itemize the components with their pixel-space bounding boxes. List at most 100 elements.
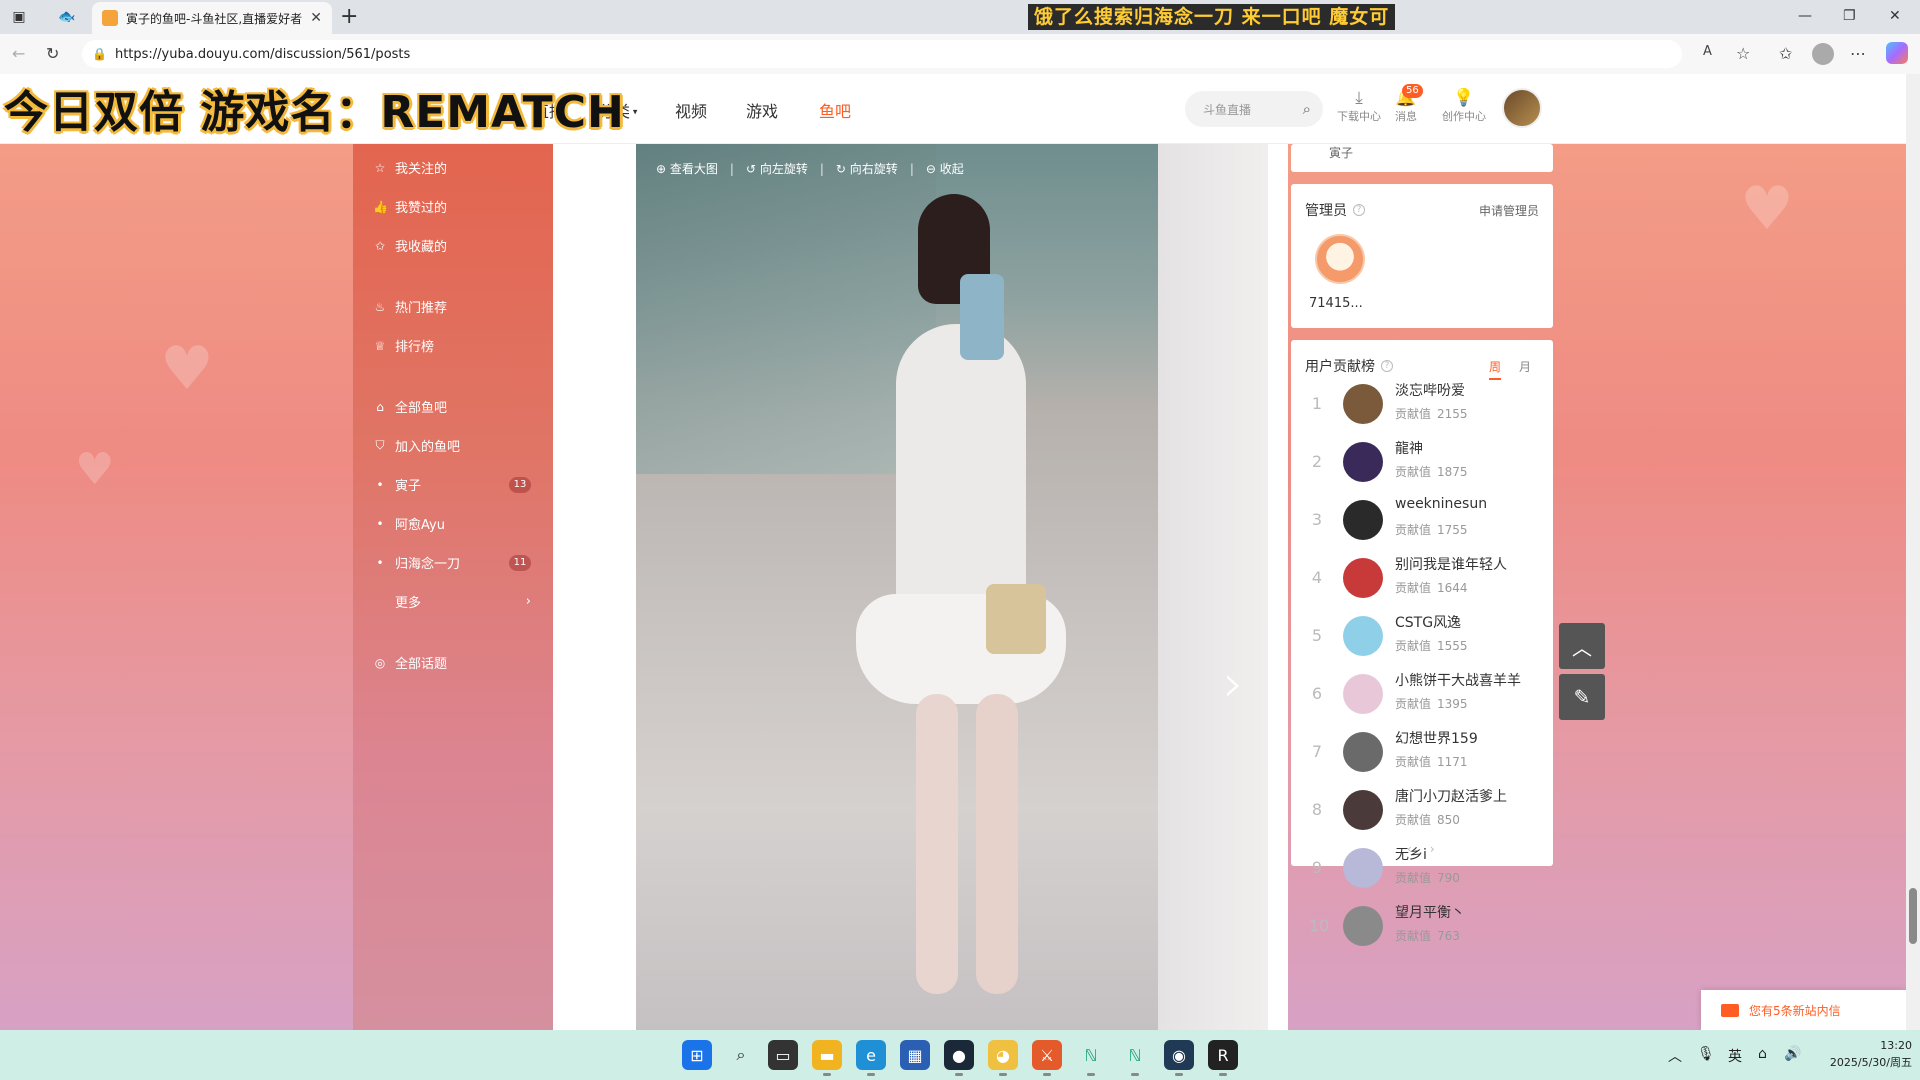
file-explorer-icon[interactable]: ▬ <box>812 1040 842 1076</box>
post-image[interactable]: ⊕ 查看大图 | ↺ 向左旋转 | ↻ 向右旋转 | ⊖ 收起 <box>636 144 1268 1030</box>
ime-indicator[interactable]: 英 <box>1728 1046 1742 1066</box>
user-name[interactable]: weekninesun <box>1395 496 1487 512</box>
ranking-row[interactable]: 4 别问我是谁年轻人 贡献值 1644 <box>1291 552 1553 610</box>
read-aloud-icon[interactable]: A <box>1703 44 1712 59</box>
user-name[interactable]: 唐门小刀赵活爹上 <box>1395 786 1507 806</box>
search-input[interactable]: 斗鱼直播 <box>1203 101 1303 118</box>
joined-yuba-item[interactable]: • 阿愈Ayu <box>373 514 445 534</box>
sidebar-item-topics[interactable]: ◎ 全部话题 <box>373 653 447 673</box>
ranking-row[interactable]: 10 望月平衡丶 贡献值 763 <box>1291 900 1553 958</box>
close-window-button[interactable]: ✕ <box>1889 8 1901 24</box>
rotate-left-button[interactable]: ↺ 向左旋转 <box>746 160 808 177</box>
user-avatar[interactable] <box>1343 790 1383 830</box>
creator-center[interactable]: 💡 创作中心 <box>1438 88 1490 124</box>
new-post-button[interactable]: ✎ <box>1559 674 1605 720</box>
active-tab[interactable]: 寅子的鱼吧-斗鱼社区,直播爱好者 ✕ <box>92 2 332 34</box>
user-name[interactable]: 小熊饼干大战喜羊羊 <box>1395 670 1521 690</box>
joined-yuba-item[interactable]: • 寅子 <box>373 475 421 495</box>
sidebar-item-all-yuba[interactable]: ⌂ 全部鱼吧 <box>373 397 447 417</box>
next-page-icon[interactable]: › <box>1430 842 1435 856</box>
sidebar-item-liked[interactable]: 👍 我赞过的 <box>373 197 447 217</box>
ranking-row[interactable]: 8 唐门小刀赵活爹上 贡献值 850 <box>1291 784 1553 842</box>
close-tab-icon[interactable]: ✕ <box>310 10 322 26</box>
user-name[interactable]: CSTG风逸 <box>1395 612 1461 632</box>
edge-icon[interactable]: e <box>856 1040 886 1076</box>
joined-yuba-item[interactable]: • 归海念一刀 <box>373 553 460 573</box>
user-name[interactable]: 别问我是谁年轻人 <box>1395 554 1507 574</box>
search-icon[interactable]: ⌕ <box>1303 100 1311 118</box>
url-text[interactable]: https://yuba.douyu.com/discussion/561/po… <box>115 47 410 62</box>
favorite-star-icon[interactable]: ☆ <box>1736 44 1750 63</box>
sidebar-more[interactable]: 更多 › <box>373 592 531 611</box>
more-menu-icon[interactable]: ⋯ <box>1850 44 1866 63</box>
collapse-button[interactable]: ⊖ 收起 <box>926 160 964 177</box>
prev-page-icon[interactable]: ‹ <box>1407 842 1412 856</box>
help-icon[interactable]: ? <box>1353 204 1365 216</box>
new-message-toast[interactable]: 您有5条新站内信 <box>1701 990 1906 1030</box>
steam-icon[interactable]: ● <box>944 1040 974 1076</box>
search-box[interactable]: 斗鱼直播 ⌕ <box>1185 91 1323 127</box>
rotate-right-button[interactable]: ↻ 向右旋转 <box>836 160 898 177</box>
game-launcher-icon[interactable]: ⚔ <box>1032 1040 1062 1076</box>
volume-icon[interactable]: 🔊 <box>1784 1046 1801 1062</box>
inactive-tab[interactable]: 🐟 <box>56 6 78 28</box>
user-avatar[interactable] <box>1343 500 1383 540</box>
user-name[interactable]: 淡忘哔吩爱 <box>1395 380 1465 400</box>
user-name[interactable]: 望月平衡丶 <box>1395 902 1465 922</box>
search-taskbar-icon[interactable]: ⌕ <box>726 1040 756 1070</box>
nav-games[interactable]: 游戏 <box>746 98 778 122</box>
sidebar-item-ranking[interactable]: ♕ 排行榜 <box>373 336 434 356</box>
scrollbar-thumb[interactable] <box>1909 888 1917 944</box>
restore-button[interactable]: ❐ <box>1843 8 1856 24</box>
view-large-button[interactable]: ⊕ 查看大图 <box>656 160 718 177</box>
admin-name[interactable]: 71415... <box>1309 296 1363 311</box>
sidebar-item-joined[interactable]: ⛉ 加入的鱼吧 <box>373 436 460 455</box>
user-name[interactable]: 幻想世界159 <box>1395 728 1478 748</box>
obs-plugin-icon[interactable]: ℕ <box>1076 1040 1106 1076</box>
ranking-row[interactable]: 3 weekninesun 贡献值 1755 <box>1291 494 1553 552</box>
start-icon[interactable]: ⊞ <box>682 1040 712 1070</box>
next-image-arrow[interactable]: › <box>1223 654 1244 714</box>
url-bar[interactable]: 🔒 https://yuba.douyu.com/discussion/561/… <box>82 40 1682 68</box>
user-avatar[interactable] <box>1343 384 1383 424</box>
task-view-icon[interactable]: ▭ <box>768 1040 798 1070</box>
minimize-button[interactable]: — <box>1798 8 1812 24</box>
nav-video[interactable]: 视频 <box>675 98 707 122</box>
tray-chevron-icon[interactable]: ︿ <box>1668 1046 1682 1066</box>
ranking-row[interactable]: 6 小熊饼干大战喜羊羊 贡献值 1395 <box>1291 668 1553 726</box>
rematch-icon[interactable]: R <box>1208 1040 1238 1076</box>
user-avatar[interactable] <box>1343 732 1383 772</box>
sidebar-item-hot[interactable]: ♨ 热门推荐 <box>373 297 447 317</box>
network-icon[interactable]: ⌂ <box>1758 1046 1767 1062</box>
nav-yuba[interactable]: 鱼吧 <box>819 98 851 122</box>
back-to-top-button[interactable]: ︿ <box>1559 623 1605 669</box>
copilot-icon[interactable] <box>1886 42 1908 64</box>
apply-admin-link[interactable]: 申请管理员 <box>1479 202 1539 219</box>
sidebar-item-following[interactable]: ☆ 我关注的 <box>373 158 447 178</box>
user-avatar[interactable] <box>1343 906 1383 946</box>
tab-week[interactable]: 周 <box>1488 358 1501 380</box>
obs-plugin-2-icon[interactable]: ℕ <box>1120 1040 1150 1076</box>
user-avatar[interactable] <box>1502 88 1542 128</box>
refresh-icon[interactable]: ↻ <box>46 44 59 63</box>
favorites-icon[interactable]: ✩ <box>1779 44 1792 63</box>
ranking-row[interactable]: 5 CSTG风逸 贡献值 1555 <box>1291 610 1553 668</box>
user-avatar[interactable] <box>1343 674 1383 714</box>
admin-avatar[interactable] <box>1315 234 1365 284</box>
page-scrollbar[interactable] <box>1906 74 1920 1030</box>
ranking-row[interactable]: 7 幻想世界159 贡献值 1171 <box>1291 726 1553 784</box>
microphone-icon[interactable]: 🎙 <box>1697 1046 1715 1062</box>
ranking-row[interactable]: 1 淡忘哔吩爱 贡献值 2155 <box>1291 378 1553 436</box>
user-avatar[interactable] <box>1343 442 1383 482</box>
back-icon[interactable]: ← <box>12 44 25 63</box>
user-avatar[interactable] <box>1343 616 1383 656</box>
sidebar-item-collected[interactable]: ✩ 我收藏的 <box>373 236 447 256</box>
tab-month[interactable]: 月 <box>1519 358 1531 380</box>
obs-icon[interactable]: ◉ <box>1164 1040 1194 1076</box>
download-center[interactable]: ⤓ 下载中心 <box>1333 88 1385 124</box>
ranking-row[interactable]: 2 龍神 贡献值 1875 <box>1291 436 1553 494</box>
tab-actions-icon[interactable]: ▣ <box>8 6 30 28</box>
user-avatar[interactable] <box>1343 558 1383 598</box>
system-clock[interactable]: 13:20 2025/5/30/周五 <box>1812 1037 1912 1071</box>
douyu-app-icon[interactable]: ◕ <box>988 1040 1018 1076</box>
